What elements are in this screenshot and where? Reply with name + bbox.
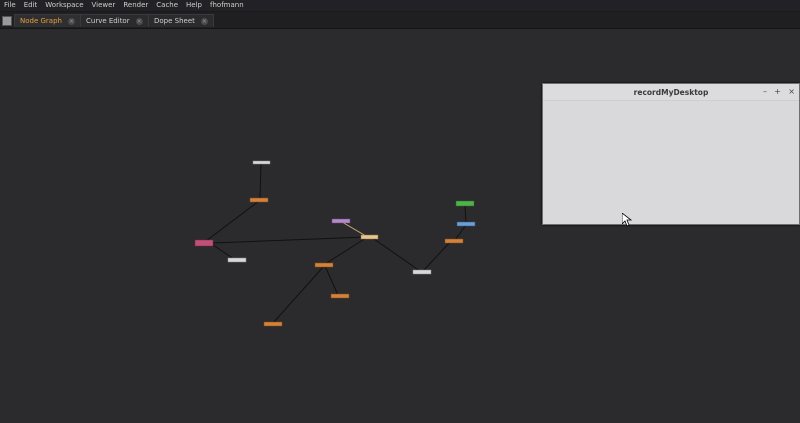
node-purple[interactable] — [331, 218, 351, 224]
connection-line-highlight — [341, 221, 367, 237]
node-orange[interactable] — [249, 197, 269, 203]
node-white[interactable] — [412, 269, 432, 275]
menu-user[interactable]: fhofmann — [206, 0, 248, 11]
node-green[interactable] — [455, 200, 475, 207]
menu-viewer[interactable]: Viewer — [88, 0, 120, 11]
maximize-icon[interactable]: + — [774, 86, 781, 98]
node-read-white[interactable] — [252, 160, 271, 165]
node-connections — [205, 163, 467, 324]
menu-help[interactable]: Help — [182, 0, 206, 11]
node-orange[interactable] — [330, 293, 350, 299]
close-icon[interactable]: × — [200, 17, 208, 25]
connection-line — [205, 200, 260, 242]
connection-line — [454, 224, 467, 241]
window-title: recordMyDesktop — [633, 87, 709, 97]
node-pink[interactable] — [194, 239, 214, 247]
connection-line — [212, 244, 235, 260]
node-cream[interactable] — [360, 234, 379, 240]
tab-node-graph[interactable]: Node Graph × — [14, 14, 81, 27]
node-white[interactable] — [227, 257, 247, 263]
tab-label: Dope Sheet — [154, 17, 195, 25]
window-titlebar[interactable]: recordMyDesktop – + × — [543, 84, 799, 101]
close-icon[interactable]: × — [67, 17, 75, 25]
close-icon[interactable]: × — [135, 17, 143, 25]
close-icon[interactable]: × — [788, 86, 795, 98]
mouse-pointer-icon — [622, 213, 632, 227]
connection-line — [212, 236, 367, 244]
minimize-icon[interactable]: – — [763, 86, 767, 98]
record-my-desktop-window[interactable]: recordMyDesktop – + × — [542, 83, 800, 225]
node-orange[interactable] — [314, 262, 334, 268]
node-blue[interactable] — [456, 221, 476, 227]
connection-line — [272, 265, 325, 324]
tab-label: Curve Editor — [86, 17, 130, 25]
pane-menu-icon[interactable] — [2, 16, 12, 26]
menu-workspace[interactable]: Workspace — [41, 0, 87, 11]
connection-line — [259, 163, 262, 200]
connection-line — [464, 205, 467, 224]
menu-edit[interactable]: Edit — [20, 0, 42, 11]
tab-dope-sheet[interactable]: Dope Sheet × — [148, 14, 214, 27]
connection-line — [422, 240, 452, 272]
node-orange[interactable] — [444, 238, 464, 244]
tab-curve-editor[interactable]: Curve Editor × — [80, 14, 149, 27]
connection-line — [373, 238, 421, 272]
menu-render[interactable]: Render — [119, 0, 152, 11]
node-orange[interactable] — [263, 321, 283, 327]
menu-file[interactable]: File — [0, 0, 20, 11]
menu-cache[interactable]: Cache — [152, 0, 182, 11]
connection-line — [324, 265, 339, 296]
tab-label: Node Graph — [20, 17, 62, 25]
connection-line — [324, 237, 367, 265]
menu-bar: File Edit Workspace Viewer Render Cache … — [0, 0, 800, 12]
tab-bar: Node Graph × Curve Editor × Dope Sheet × — [0, 12, 800, 29]
